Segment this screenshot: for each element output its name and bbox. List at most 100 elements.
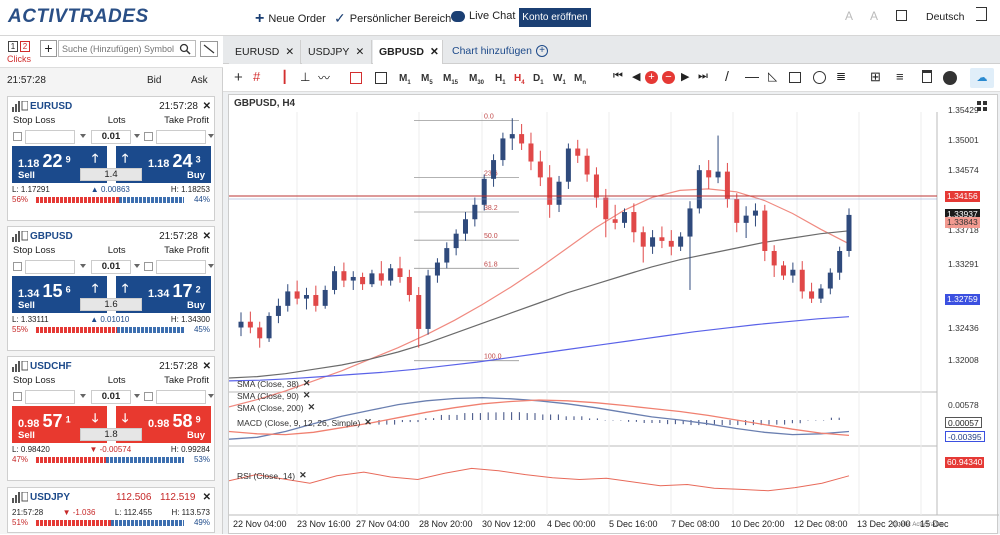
scroll-left-icon[interactable]: ◀	[632, 70, 640, 83]
fill-area-icon[interactable]	[350, 72, 362, 84]
lots-field[interactable]: 0.01	[91, 130, 131, 144]
timeframe-m5[interactable]: M5	[421, 73, 433, 86]
amount-field[interactable]: 1.4	[80, 168, 142, 181]
sentiment-bar: 55% 45%	[8, 325, 214, 335]
sell-price-fraction: 9	[65, 154, 71, 165]
timeframe-h1[interactable]: H1	[495, 73, 506, 86]
candlestick-icon[interactable]: ┃	[281, 70, 288, 84]
zoom-in-icon[interactable]: +	[645, 71, 658, 84]
timeframe-w1[interactable]: W1	[553, 73, 566, 86]
stop-loss-checkbox[interactable]	[13, 392, 22, 401]
chevron-down-icon[interactable]	[80, 264, 86, 268]
chevron-down-icon[interactable]	[134, 264, 140, 268]
stop-loss-field[interactable]	[25, 260, 75, 274]
amount-field[interactable]: 1.8	[80, 428, 142, 441]
timeframe-m30[interactable]: M30	[469, 73, 484, 86]
triangle-icon[interactable]: ◺	[768, 69, 777, 83]
new-order-button[interactable]: + Neue Order	[255, 10, 326, 28]
timeframe-d1[interactable]: D1	[533, 73, 544, 86]
take-profit-field[interactable]	[156, 260, 206, 274]
jump-end-icon[interactable]: ⏭	[698, 70, 708, 83]
close-icon[interactable]: ✕	[303, 378, 311, 389]
timeframe-m15[interactable]: M15	[443, 73, 458, 86]
grid-toggle-icon[interactable]: #	[253, 69, 260, 84]
resize-icon[interactable]	[200, 41, 218, 57]
language-selector[interactable]: Deutsch	[926, 11, 965, 23]
tab-eurusd[interactable]: EURUSD ✕	[229, 40, 301, 64]
logout-icon[interactable]	[976, 7, 987, 21]
symbol-search-input[interactable]	[58, 40, 196, 57]
indicators-icon[interactable]: ⊞	[870, 69, 881, 85]
open-account-button[interactable]: Konto eröffnen	[519, 8, 591, 27]
jump-start-icon[interactable]: ⏮	[613, 70, 623, 83]
stop-loss-checkbox[interactable]	[13, 262, 22, 271]
personal-area-button[interactable]: ✓ Persönlicher Bereich	[334, 10, 451, 27]
timeframe-mn[interactable]: Mn	[574, 73, 586, 86]
one-click-box[interactable]: 1	[8, 41, 18, 52]
add-chart-button[interactable]: Chart hinzufügen +	[452, 45, 548, 57]
chevron-down-icon[interactable]	[208, 264, 214, 268]
add-symbol-button[interactable]: +	[40, 40, 57, 57]
take-profit-checkbox[interactable]	[144, 262, 153, 271]
take-profit-field[interactable]	[156, 130, 206, 144]
snapshot-icon[interactable]	[375, 72, 387, 84]
take-profit-checkbox[interactable]	[144, 392, 153, 401]
tab-usdjpy[interactable]: USDJPY ✕	[302, 40, 372, 64]
timeframe-h4[interactable]: H4	[514, 73, 525, 86]
close-icon[interactable]: ✕	[203, 231, 211, 242]
settings-icon[interactable]	[943, 71, 957, 85]
search-icon[interactable]	[179, 43, 191, 55]
stop-loss-checkbox[interactable]	[13, 132, 22, 141]
two-click-box[interactable]: 2	[20, 41, 30, 52]
ohlc-bars-icon[interactable]: ⊥	[300, 70, 310, 84]
zoom-out-icon[interactable]: −	[662, 71, 675, 84]
price-chart[interactable]: GBPUSD, H4 0.0 23.6 38.2 50.0 61.8 100.0 1.35…	[228, 94, 999, 535]
chart-canvas[interactable]: 0.023.638.250.061.8100.0	[229, 95, 999, 535]
font-smaller-icon[interactable]: A	[845, 9, 853, 23]
window-icon[interactable]	[896, 10, 907, 21]
close-icon[interactable]: ✕	[203, 361, 211, 372]
close-icon[interactable]: ✕	[285, 46, 294, 58]
close-icon[interactable]: ✕	[299, 470, 307, 481]
chevron-down-icon[interactable]	[208, 134, 214, 138]
stop-loss-field[interactable]	[25, 390, 75, 404]
close-icon[interactable]: ✕	[355, 46, 364, 58]
instrument-card-gbpusd[interactable]: GBPUSD 21:57:28 ✕ Stop Loss Lots Take Pr…	[7, 226, 215, 351]
crosshair-icon[interactable]: +	[234, 69, 243, 86]
close-icon[interactable]: ✕	[203, 492, 211, 503]
close-icon[interactable]: ✕	[430, 46, 439, 58]
trash-icon[interactable]	[922, 70, 932, 83]
ellipse-icon[interactable]	[813, 71, 826, 84]
lots-field[interactable]: 0.01	[91, 260, 131, 274]
instrument-card-usdjpy[interactable]: USDJPY 112.506 112.519 ✕ 21:57:28 ▼ -1.0…	[7, 487, 215, 533]
tab-gbpusd[interactable]: GBPUSD ✕	[373, 40, 443, 64]
close-icon[interactable]: ✕	[308, 402, 316, 413]
close-icon[interactable]: ✕	[203, 101, 211, 112]
take-profit-checkbox[interactable]	[144, 132, 153, 141]
cloud-icon[interactable]: ☁	[970, 68, 994, 88]
take-profit-field[interactable]	[156, 390, 206, 404]
draw-line-icon[interactable]: /	[725, 68, 729, 84]
horizontal-line-icon[interactable]: —	[745, 68, 759, 84]
chevron-down-icon[interactable]	[80, 134, 86, 138]
rectangle-icon[interactable]	[789, 72, 801, 83]
instrument-card-usdchf[interactable]: USDCHF 21:57:28 ✕ Stop Loss Lots Take Pr…	[7, 356, 215, 481]
amount-field[interactable]: 1.6	[80, 298, 142, 311]
chevron-down-icon[interactable]	[134, 394, 140, 398]
fibonacci-icon[interactable]: ≣	[836, 69, 846, 83]
line-chart-icon[interactable]: 〰	[318, 69, 330, 86]
stop-loss-field[interactable]	[25, 130, 75, 144]
font-larger-icon[interactable]: A	[870, 9, 878, 23]
chevron-down-icon[interactable]	[134, 134, 140, 138]
chevron-down-icon[interactable]	[80, 394, 86, 398]
timeframe-m1[interactable]: M1	[399, 73, 411, 86]
timeframe-unit: 30	[477, 80, 485, 86]
live-chat-button[interactable]: Live Chat	[451, 10, 515, 22]
scroll-right-icon[interactable]: ▶	[681, 70, 689, 83]
instrument-card-eurusd[interactable]: EURUSD 21:57:28 ✕ Stop Loss Lots Take Pr…	[7, 96, 215, 221]
close-icon[interactable]: ✕	[364, 417, 372, 428]
close-icon[interactable]: ✕	[303, 390, 311, 401]
layers-icon[interactable]: ≡	[896, 69, 904, 84]
chevron-down-icon[interactable]	[208, 394, 214, 398]
lots-field[interactable]: 0.01	[91, 390, 131, 404]
